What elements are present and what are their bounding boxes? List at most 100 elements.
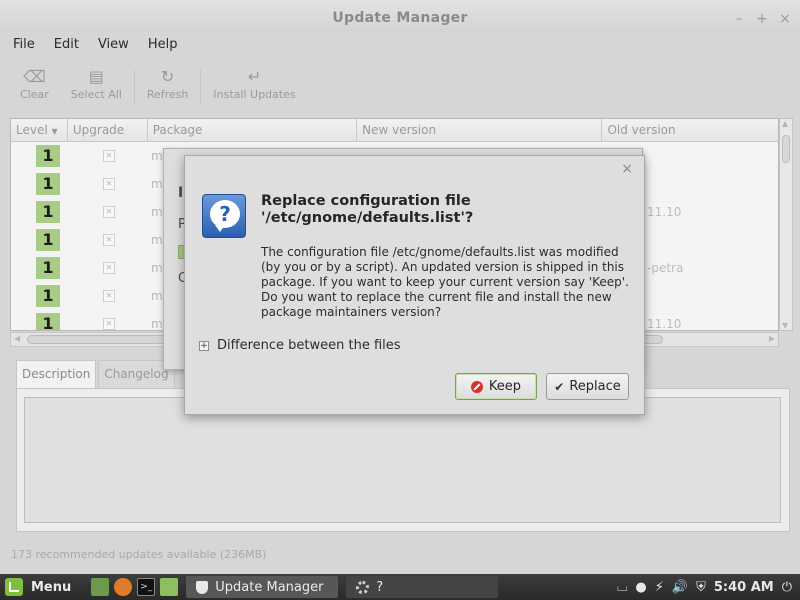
taskbar: Menu >_ Update Manager ? ⌴ ● ⚡ 🔊 ⛨ 5:40 … <box>0 574 800 600</box>
level-badge: 1 <box>36 173 60 195</box>
info-tabs: Description Changelog <box>16 360 177 389</box>
col-upgrade[interactable]: Upgrade <box>68 119 148 141</box>
dialog-close-icon[interactable]: × <box>621 161 633 177</box>
package-name: m <box>151 233 163 247</box>
toolbar-separator <box>133 70 135 104</box>
shield-icon <box>196 580 209 594</box>
taskbar-window-label: Update Manager <box>215 579 324 595</box>
question-icon: ? <box>202 194 246 238</box>
volume-icon[interactable]: 🔊 <box>672 580 688 595</box>
titlebar[interactable]: Update Manager – + × <box>0 0 800 32</box>
refresh-label: Refresh <box>146 88 189 101</box>
keep-button[interactable]: Keep <box>455 373 537 400</box>
select-all-icon: ▤ <box>88 67 104 86</box>
upgrade-checkbox[interactable]: ✕ <box>103 290 115 302</box>
scroll-right-icon[interactable]: ▶ <box>769 334 775 343</box>
firefox-icon[interactable] <box>114 578 133 596</box>
keyboard-icon[interactable]: ⌴ <box>617 580 627 595</box>
description-text-area[interactable] <box>24 397 781 523</box>
level-badge: 1 <box>36 257 60 279</box>
package-name: m <box>151 205 163 219</box>
minimize-button[interactable]: – <box>732 12 746 26</box>
files-icon[interactable] <box>160 578 179 596</box>
toolbar-separator <box>200 70 202 104</box>
checkmark-icon: ✔ <box>554 379 565 394</box>
vertical-scrollbar[interactable]: ▲ ▼ <box>779 118 793 331</box>
old-version: -petra <box>647 261 684 275</box>
select-all-label: Select All <box>70 88 122 101</box>
dialog-message: The configuration file /etc/gnome/defaul… <box>261 245 629 319</box>
scroll-up-icon[interactable]: ▲ <box>782 119 788 128</box>
system-tray: ⌴ ● ⚡ 🔊 ⛨ 5:40 AM ⏻ <box>617 574 800 600</box>
replace-label: Replace <box>569 379 621 394</box>
clear-icon: ⌫ <box>23 67 46 86</box>
package-name: m <box>151 317 163 331</box>
window-controls: – + × <box>732 12 792 26</box>
install-updates-label: Install Updates <box>213 88 296 101</box>
install-icon: ↵ <box>247 67 262 86</box>
user-icon[interactable]: ● <box>635 580 646 595</box>
menu-view[interactable]: View <box>95 35 132 54</box>
column-headers: Level ▼ Upgrade Package New version Old … <box>11 119 778 142</box>
old-version: 11.10 <box>647 317 682 331</box>
close-button[interactable]: × <box>778 12 792 26</box>
refresh-button[interactable]: ↻ Refresh <box>147 58 189 114</box>
upgrade-checkbox[interactable]: ✕ <box>103 234 115 246</box>
clear-label: Clear <box>20 88 49 101</box>
taskbar-window-label: ? <box>376 579 384 595</box>
keep-label: Keep <box>488 379 522 394</box>
package-name: m <box>151 261 163 275</box>
select-all-button[interactable]: ▤ Select All <box>71 58 122 114</box>
menu-help[interactable]: Help <box>145 35 181 54</box>
col-package[interactable]: Package <box>148 119 358 141</box>
old-version: 11.10 <box>647 205 682 219</box>
col-old-version[interactable]: Old version <box>602 119 778 141</box>
package-name: m <box>151 149 163 163</box>
maximize-button[interactable]: + <box>755 12 769 26</box>
start-menu-button[interactable]: Menu <box>31 580 71 595</box>
scroll-thumb[interactable] <box>782 135 790 163</box>
install-updates-button[interactable]: ↵ Install Updates <box>213 58 295 114</box>
upgrade-checkbox[interactable]: ✕ <box>103 206 115 218</box>
upgrade-checkbox[interactable]: ✕ <box>103 150 115 162</box>
menu-edit[interactable]: Edit <box>51 35 82 54</box>
expand-plus-icon: + <box>199 340 209 351</box>
upgrade-checkbox[interactable]: ✕ <box>103 318 115 330</box>
level-badge: 1 <box>36 145 60 167</box>
replace-button[interactable]: ✔ Replace <box>546 373 629 400</box>
col-new-version[interactable]: New version <box>357 119 603 141</box>
dialog-heading: Replace configuration file '/etc/gnome/d… <box>261 193 474 226</box>
refresh-icon: ↻ <box>160 67 175 86</box>
package-name: m <box>151 177 163 191</box>
mint-logo-icon[interactable] <box>5 578 23 596</box>
level-badge: 1 <box>36 229 60 251</box>
col-level[interactable]: Level ▼ <box>11 119 68 141</box>
power-icon[interactable]: ⏻ <box>782 580 792 595</box>
diff-expander-label: Difference between the files <box>217 338 401 353</box>
taskbar-window-update-manager[interactable]: Update Manager <box>186 576 339 598</box>
level-badge: 1 <box>36 285 60 307</box>
scroll-down-icon[interactable]: ▼ <box>782 321 788 330</box>
menubar: File Edit View Help <box>0 32 800 56</box>
upgrade-checkbox[interactable]: ✕ <box>103 262 115 274</box>
col-level-label: Level <box>16 123 48 137</box>
question-bubble: ? <box>210 200 240 228</box>
scroll-left-icon[interactable]: ◀ <box>14 334 20 343</box>
clear-button[interactable]: ⌫ Clear <box>20 58 49 114</box>
show-desktop-icon[interactable] <box>91 578 110 596</box>
menu-file[interactable]: File <box>10 35 38 54</box>
question-bubble-tail <box>215 225 225 232</box>
diff-expander[interactable]: + Difference between the files <box>199 338 401 353</box>
toolbar: ⌫ Clear ▤ Select All ↻ Refresh ↵ Install… <box>0 58 800 114</box>
level-badge: 1 <box>36 313 60 330</box>
network-icon[interactable]: ⚡ <box>655 580 664 595</box>
terminal-icon[interactable]: >_ <box>137 578 156 596</box>
tab-description[interactable]: Description <box>16 360 97 389</box>
update-shield-icon[interactable]: ⛨ <box>696 580 706 595</box>
status-text: 173 recommended updates available (236MB… <box>11 548 267 561</box>
taskbar-window-unknown[interactable]: ? <box>346 576 499 598</box>
replace-config-dialog: × ? Replace configuration file '/etc/gno… <box>184 155 645 415</box>
clock[interactable]: 5:40 AM <box>714 580 774 595</box>
upgrade-checkbox[interactable]: ✕ <box>103 178 115 190</box>
gear-icon <box>356 580 370 594</box>
